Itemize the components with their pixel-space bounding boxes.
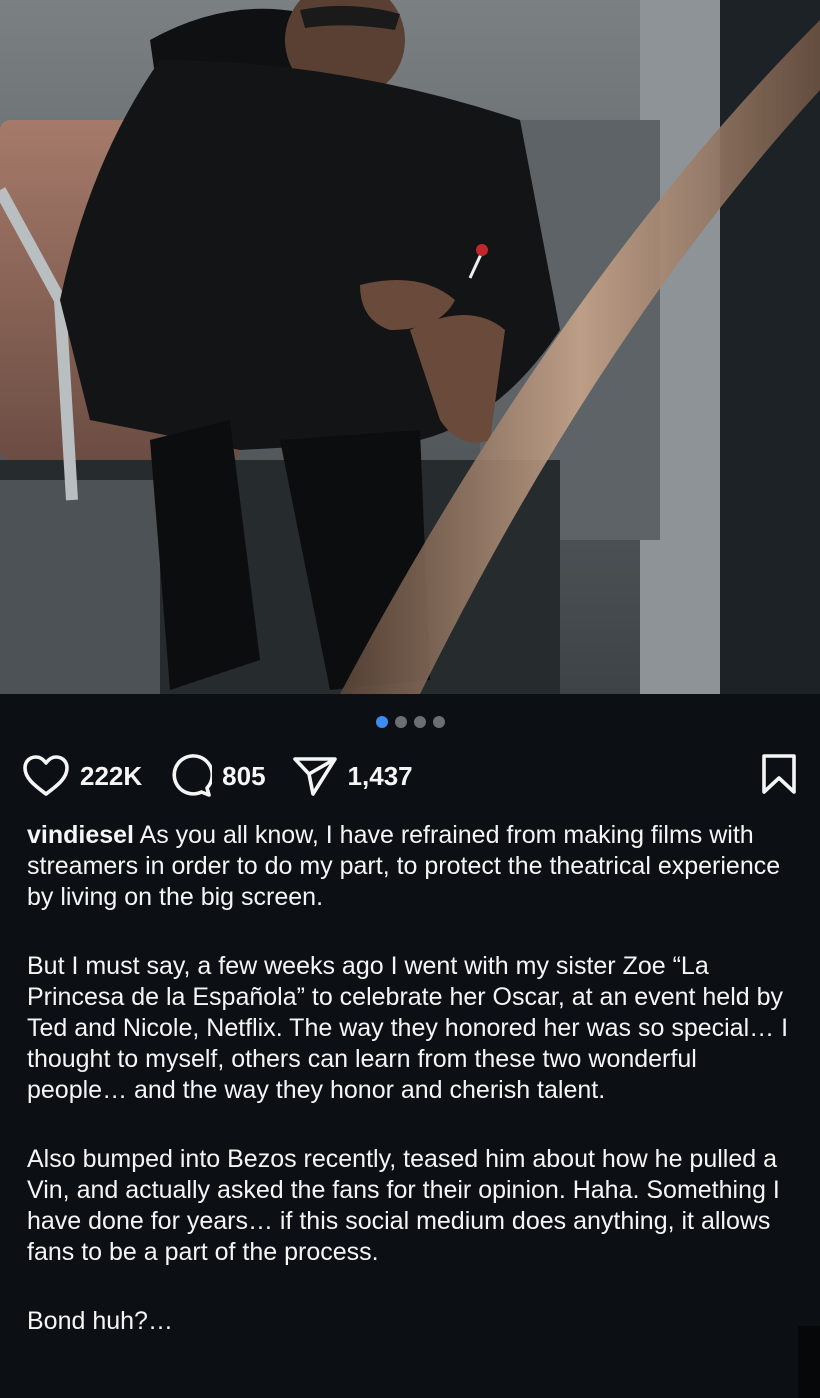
- comment-bubble-icon: [172, 754, 213, 797]
- paper-plane-icon: [292, 757, 337, 796]
- post-image[interactable]: [0, 0, 820, 694]
- comments-count[interactable]: 805: [222, 761, 265, 792]
- caption-text: As you all know, I have refrained from m…: [27, 821, 781, 911]
- carousel-dot[interactable]: [432, 716, 445, 728]
- save-button[interactable]: [760, 753, 798, 800]
- post-action-bar: 222K 805 1,437: [22, 750, 798, 802]
- like-button[interactable]: 222K: [22, 754, 142, 798]
- comment-button[interactable]: 805: [168, 754, 266, 798]
- caption-paragraph: Also bumped into Bezos recently, teased …: [27, 1145, 780, 1266]
- post-image-art: [0, 0, 820, 694]
- share-button[interactable]: 1,437: [292, 754, 413, 798]
- carousel-dot[interactable]: [394, 716, 407, 728]
- bookmark-icon: [762, 753, 796, 794]
- carousel-dot-active[interactable]: [375, 716, 388, 728]
- shares-count[interactable]: 1,437: [348, 761, 413, 792]
- post-caption: vindiesel As you all know, I have refrai…: [27, 820, 797, 1375]
- carousel-indicator[interactable]: [0, 716, 820, 728]
- caption-paragraph: Bond huh?…: [27, 1307, 173, 1335]
- caption-paragraph: But I must say, a few weeks ago I went w…: [27, 952, 789, 1104]
- likes-count[interactable]: 222K: [80, 761, 142, 792]
- caption-username[interactable]: vindiesel: [27, 821, 134, 849]
- caption-paragraph: vindiesel As you all know, I have refrai…: [27, 820, 797, 913]
- corner-overlay: [798, 1326, 820, 1398]
- heart-icon: [23, 755, 69, 796]
- carousel-dot[interactable]: [413, 716, 426, 728]
